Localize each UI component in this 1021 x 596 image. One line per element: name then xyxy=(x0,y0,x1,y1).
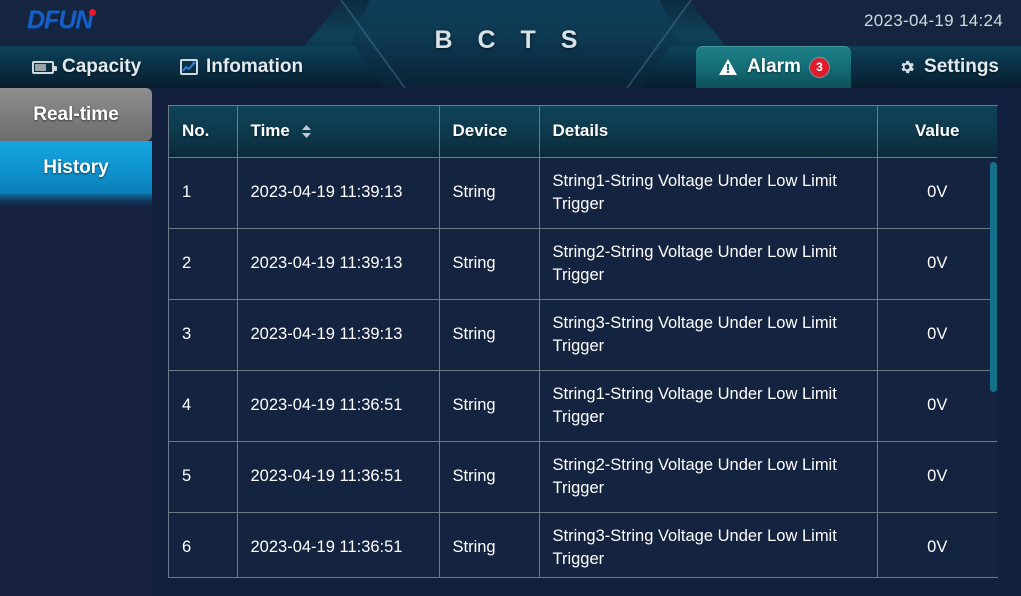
nav-item-information[interactable]: Infomation xyxy=(180,46,303,88)
cell-time: 2023-04-19 11:39:13 xyxy=(237,299,440,371)
cell-device: String xyxy=(439,157,540,229)
alarm-table-panel: No. Time Device Details Value 1 2023-04-… xyxy=(168,105,998,578)
cell-details: String1-String Voltage Under Low Limit T… xyxy=(539,157,878,229)
cell-details: String1-String Voltage Under Low Limit T… xyxy=(539,370,878,442)
cell-no: 4 xyxy=(169,370,238,442)
nav-item-settings-label: Settings xyxy=(924,56,999,77)
alarm-table-head: No. Time Device Details Value xyxy=(169,106,997,158)
alarm-count-badge: 3 xyxy=(809,57,829,77)
cell-details: String2-String Voltage Under Low Limit T… xyxy=(539,441,878,513)
cell-value: 0V xyxy=(877,228,997,300)
cell-time: 2023-04-19 11:36:51 xyxy=(237,370,440,442)
navigation-bar: Capacity Infomation Settings xyxy=(0,46,1021,88)
cell-no: 2 xyxy=(169,228,238,300)
column-header-no[interactable]: No. xyxy=(169,106,238,158)
table-header-row: No. Time Device Details Value xyxy=(169,106,997,158)
table-row[interactable]: 5 2023-04-19 11:36:51 String String2-String… xyxy=(169,441,997,513)
cell-value: 0V xyxy=(877,512,997,577)
warning-triangle-icon xyxy=(718,58,738,76)
table-row[interactable]: 1 2023-04-19 11:39:13 String String1-String… xyxy=(169,157,997,229)
cell-time: 2023-04-19 11:36:51 xyxy=(237,441,440,513)
sidebar-item-history-label: History xyxy=(43,156,109,178)
cell-value: 0V xyxy=(877,441,997,513)
cell-no: 1 xyxy=(169,157,238,229)
application-root: DFUN B C T S 2023-04-19 14:24 Capacity I… xyxy=(0,0,1021,596)
cell-details: String3-String Voltage Under Low Limit T… xyxy=(539,512,878,577)
sidebar-item-history[interactable]: History xyxy=(0,141,152,194)
cell-device: String xyxy=(439,370,540,442)
table-row[interactable]: 6 2023-04-19 11:36:51 String String3-String… xyxy=(169,512,997,577)
sort-updown-icon[interactable] xyxy=(301,124,312,139)
chart-icon xyxy=(180,59,198,75)
header-datetime: 2023-04-19 14:24 xyxy=(863,11,1003,30)
column-header-value[interactable]: Value xyxy=(877,106,997,158)
alarm-table: No. Time Device Details Value 1 2023-04-… xyxy=(169,106,997,577)
cell-device: String xyxy=(439,512,540,577)
gear-icon xyxy=(898,58,916,76)
sidebar-gradient-fade xyxy=(0,194,152,208)
cell-device: String xyxy=(439,228,540,300)
nav-item-information-label: Infomation xyxy=(206,56,304,77)
cell-device: String xyxy=(439,441,540,513)
cell-time: 2023-04-19 11:36:51 xyxy=(237,512,440,577)
sidebar-item-real-time-label: Real-time xyxy=(33,103,119,125)
cell-time: 2023-04-19 11:39:13 xyxy=(237,157,440,229)
table-row[interactable]: 2 2023-04-19 11:39:13 String String2-String… xyxy=(169,228,997,300)
column-header-time[interactable]: Time xyxy=(237,106,440,158)
cell-time: 2023-04-19 11:39:13 xyxy=(237,228,440,300)
cell-no: 6 xyxy=(169,512,238,577)
cell-value: 0V xyxy=(877,157,997,229)
nav-item-alarm-label: Alarm xyxy=(747,56,801,77)
nav-item-settings[interactable]: Settings xyxy=(898,46,999,88)
nav-item-capacity[interactable]: Capacity xyxy=(32,46,141,88)
battery-icon xyxy=(32,60,57,74)
column-header-time-label: Time xyxy=(250,121,290,141)
sidebar: Real-time History xyxy=(0,88,152,596)
alarm-table-body: 1 2023-04-19 11:39:13 String String1-String… xyxy=(169,157,997,577)
table-row[interactable]: 4 2023-04-19 11:36:51 String String1-String… xyxy=(169,370,997,442)
cell-device: String xyxy=(439,299,540,371)
column-header-details[interactable]: Details xyxy=(539,106,878,158)
cell-no: 3 xyxy=(169,299,238,371)
sidebar-item-real-time[interactable]: Real-time xyxy=(0,88,152,141)
cell-no: 5 xyxy=(169,441,238,513)
table-row[interactable]: 3 2023-04-19 11:39:13 String String3-String… xyxy=(169,299,997,371)
cell-details: String2-String Voltage Under Low Limit T… xyxy=(539,228,878,300)
table-scrollbar-track[interactable] xyxy=(1013,106,1021,577)
cell-value: 0V xyxy=(877,299,997,371)
table-scrollbar-thumb[interactable] xyxy=(990,162,997,392)
nav-item-capacity-label: Capacity xyxy=(62,56,142,77)
nav-item-alarm[interactable]: Alarm 3 xyxy=(696,46,851,88)
cell-details: String3-String Voltage Under Low Limit T… xyxy=(539,299,878,371)
column-header-device[interactable]: Device xyxy=(439,106,540,158)
cell-value: 0V xyxy=(877,370,997,442)
brand-logo-dot-icon xyxy=(89,9,97,16)
